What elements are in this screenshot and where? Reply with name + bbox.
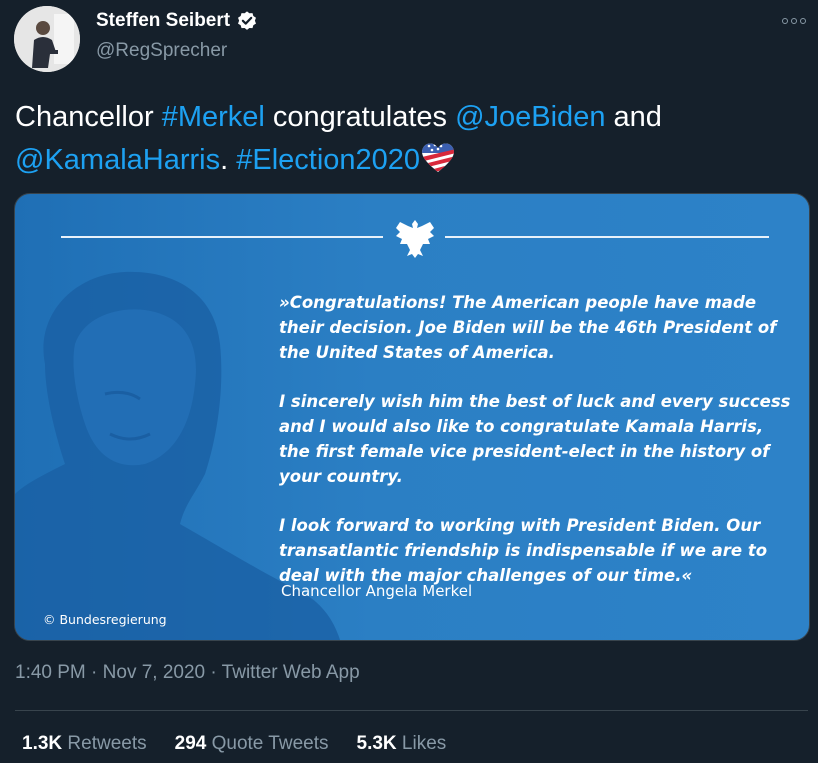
divider-line <box>61 236 383 238</box>
hashtag-merkel[interactable]: #Merkel <box>162 101 265 133</box>
likes-stat[interactable]: 5.3K Likes <box>357 733 447 755</box>
divider-line <box>15 710 808 711</box>
quote-paragraph: I sincerely wish him the best of luck an… <box>279 392 791 486</box>
us-flag-heart-icon <box>422 143 454 172</box>
retweets-count: 1.3K <box>22 733 63 754</box>
tweet-image[interactable]: »Congratulations! The American people ha… <box>14 193 810 641</box>
mention-kamalaharris[interactable]: @KamalaHarris <box>15 144 220 176</box>
likes-count: 5.3K <box>356 733 397 754</box>
author-display-name[interactable]: Steffen Seibert <box>96 10 230 32</box>
tweet-text-segment: and <box>605 101 662 133</box>
tweet-time[interactable]: 1:40 PM <box>15 662 86 683</box>
tweet-text: Chancellor #Merkel congratulates @JoeBid… <box>15 96 795 182</box>
meta-separator: · <box>85 662 103 683</box>
avatar[interactable] <box>14 6 80 72</box>
author-handle[interactable]: @RegSprecher <box>96 40 227 62</box>
tweet-text-segment: Chancellor <box>15 101 162 133</box>
avatar-photo <box>14 6 80 72</box>
quote-paragraph: I look forward to working with President… <box>279 516 768 585</box>
mention-joebiden[interactable]: @JoeBiden <box>455 101 605 133</box>
quote-tweets-stat[interactable]: 294 Quote Tweets <box>175 733 329 755</box>
retweets-label: Retweets <box>67 733 147 754</box>
meta-separator: · <box>205 662 222 683</box>
merkel-quote: »Congratulations! The American people ha… <box>279 290 799 612</box>
tweet-source[interactable]: Twitter Web App <box>222 662 360 683</box>
quote-paragraph: »Congratulations! The American people ha… <box>279 293 777 362</box>
more-options-icon[interactable] <box>782 14 808 28</box>
hashtag-election2020[interactable]: #Election2020 <box>236 144 420 176</box>
verified-badge-icon <box>238 11 257 30</box>
image-copyright: © Bundesregierung <box>43 612 167 627</box>
tweet-timestamp: 1:40 PM · Nov 7, 2020 · Twitter Web App <box>15 662 360 684</box>
tweet-date[interactable]: Nov 7, 2020 <box>103 662 205 683</box>
likes-label: Likes <box>401 733 447 754</box>
quote-tweets-label: Quote Tweets <box>211 733 329 754</box>
engagement-stats: 1.3K Retweets 294 Quote Tweets 5.3K Like… <box>22 733 446 755</box>
federal-eagle-icon <box>396 220 434 258</box>
divider-line <box>445 236 769 238</box>
quote-signature: Chancellor Angela Merkel <box>281 582 473 600</box>
tweet-text-segment: . <box>220 144 237 176</box>
quote-tweets-count: 294 <box>174 733 207 754</box>
retweets-stat[interactable]: 1.3K Retweets <box>22 733 147 755</box>
tweet-text-segment: congratulates <box>264 101 456 133</box>
